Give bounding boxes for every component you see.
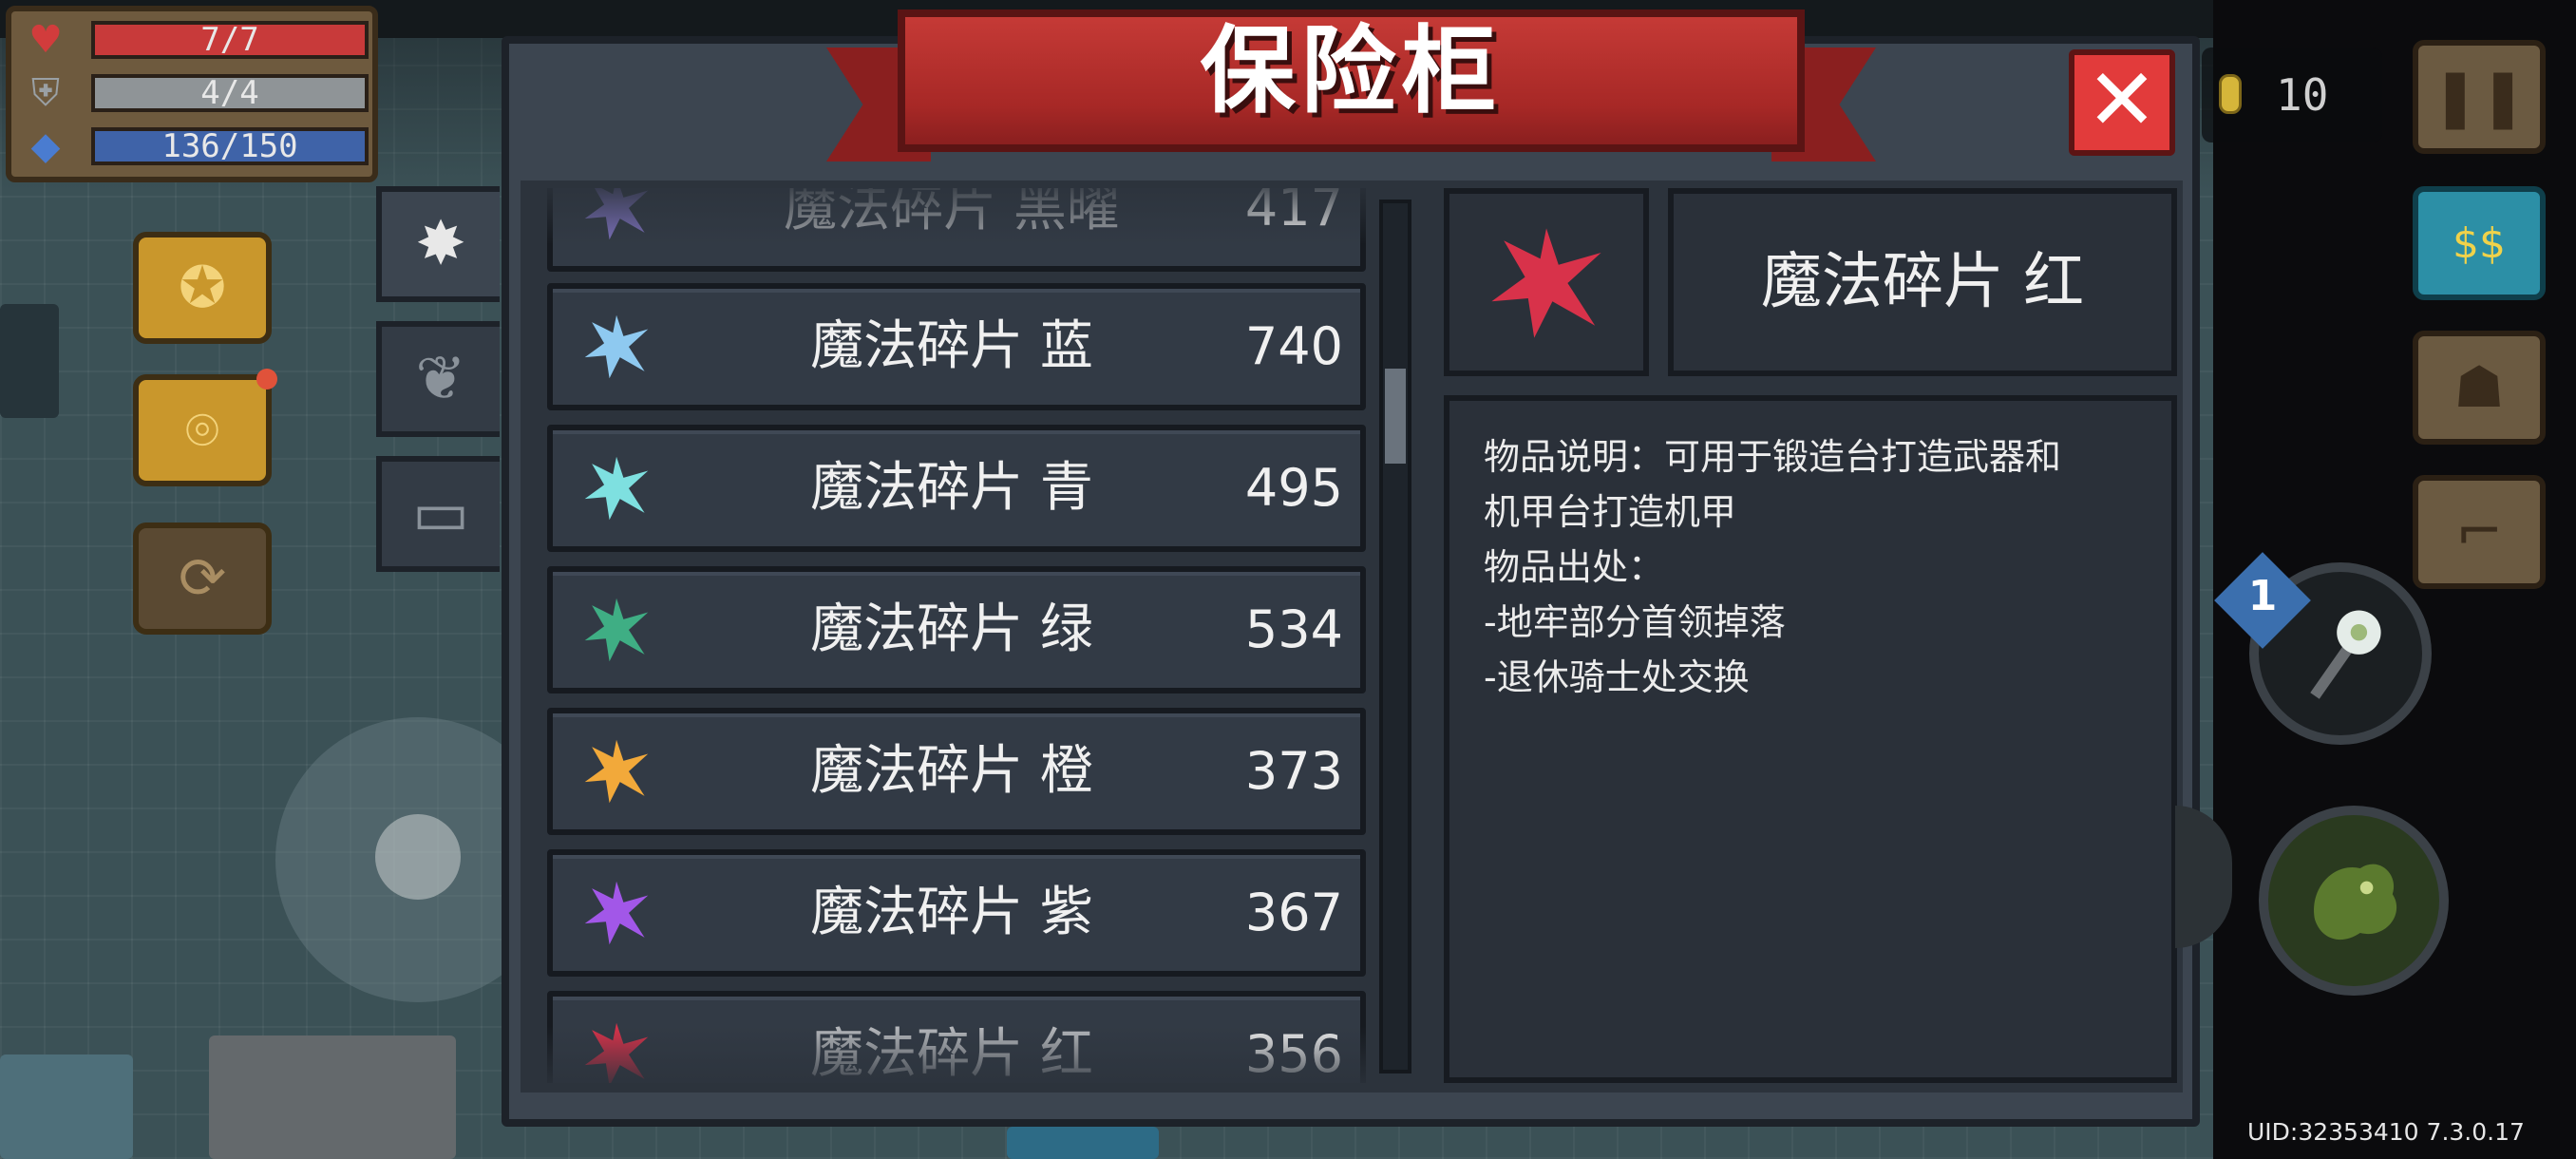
pause-button[interactable]: ❚❚ [2413,40,2546,154]
stairs-icon: ⌐ [2454,499,2504,565]
character-switch-button[interactable]: ⟳ [133,522,272,635]
selected-item-name: 魔法碎片 红 [1668,188,2177,376]
shop-button[interactable]: $$ [2413,186,2546,300]
selected-item-icon-box [1444,188,1649,376]
floor-panel [1007,1127,1159,1159]
refresh-person-icon: ⟳ [178,545,227,612]
energy-row: ◆ 136/150 [25,125,376,167]
uid-version-label: UID:32353410 7.3.0.17 [2247,1118,2525,1146]
magic-shard-green-icon [584,598,649,662]
armor-row: ⛨ 4/4 [25,72,376,114]
description-line: -地牢部分首领掉落 [1484,601,1786,643]
coin-icon [2219,74,2242,114]
tab-materials[interactable]: ✸ [376,186,500,302]
close-icon: ✕ [2086,50,2158,150]
money-face-icon: $$ [2453,218,2506,268]
magic-shard-purple-icon [584,881,649,945]
item-name: 魔法碎片 蓝 [810,315,1093,377]
star-badge-icon: ✪ [178,255,227,321]
item-name: 魔法碎片 紫 [810,882,1093,943]
tab-tickets[interactable]: ▭ [376,456,500,572]
flower-staff-icon [2310,610,2381,699]
achievement-button[interactable]: ✪ [133,232,272,344]
map-location-button[interactable]: ⌾ [133,374,272,486]
pool-object [0,1054,133,1159]
list-fade-bottom [530,1026,1366,1083]
item-name: 魔法碎片 青 [810,457,1093,519]
list-item[interactable]: 魔法碎片 青 495 [547,425,1366,552]
exit-stairs-button[interactable]: ⌐ [2413,475,2546,589]
plant-icon: ❦ [415,344,466,414]
item-list[interactable]: 魔法碎片 黑曜 417 魔法碎片 蓝 740 魔法碎片 青 495 魔法碎片 绿… [530,188,1366,1083]
item-name: 魔法碎片 橙 [810,740,1093,802]
hp-bar: 7/7 [91,21,369,59]
joystick-knob[interactable] [375,814,461,900]
sparkle-icon: ✸ [415,209,466,279]
heart-icon: ♥ [28,18,63,62]
energy-diamond-icon: ◆ [30,124,61,168]
magic-shard-red-icon [1491,228,1601,338]
vault-title: 保险柜 [1200,15,1503,126]
wall-object [0,304,59,418]
weapon-level: 1 [2247,572,2278,620]
close-button[interactable]: ✕ [2069,49,2175,156]
pause-icon: ❚❚ [2431,64,2528,130]
notification-dot [256,369,277,390]
magic-shard-orange-icon [584,739,649,804]
skill-button[interactable] [2259,806,2449,996]
item-name: 魔法碎片 绿 [810,598,1093,660]
shield-icon: ⛨ [31,71,60,115]
energy-bar: 136/150 [91,127,369,165]
player-stats-panel: ♥ 7/7 ⛨ 4/4 ◆ 136/150 [6,6,378,182]
hp-row: ♥ 7/7 [25,19,376,61]
item-count: 740 [1244,316,1343,376]
ticket-icon: ▭ [411,479,470,549]
tab-plants[interactable]: ❦ [376,321,500,437]
list-item[interactable]: 魔法碎片 橙 373 [547,708,1366,835]
person-card-icon: ☗ [2453,354,2505,421]
magic-shard-blue-icon [584,314,649,379]
coin-count: 10 [2276,69,2329,121]
list-item[interactable]: 魔法碎片 紫 367 [547,849,1366,977]
description-line: 物品说明：可用于锻造台打造武器和 [1484,436,2062,478]
map-pin-icon: ⌾ [185,397,219,464]
dragon-skill-icon [2314,864,2397,940]
item-count: 534 [1244,599,1343,659]
scrollbar-thumb[interactable] [1385,369,1406,464]
selected-item-description: 物品说明：可用于锻造台打造武器和 机甲台打造机甲 物品出处： -地牢部分首领掉落… [1444,395,2177,1083]
magic-shard-cyan-icon [584,456,649,521]
table-object [209,1036,456,1159]
description-line: 物品出处： [1484,546,1665,588]
armor-bar: 4/4 [91,74,369,112]
item-count: 495 [1244,458,1343,518]
description-line: -退休骑士处交换 [1484,656,1750,698]
profile-button[interactable]: ☗ [2413,331,2546,445]
description-line: 机甲台打造机甲 [1484,491,1737,533]
list-item[interactable]: 魔法碎片 蓝 740 [547,283,1366,410]
list-fade-top [530,188,1366,245]
item-count: 367 [1244,883,1343,942]
list-item[interactable]: 魔法碎片 绿 534 [547,566,1366,694]
list-scrollbar[interactable] [1379,200,1411,1074]
item-count: 373 [1244,741,1343,801]
